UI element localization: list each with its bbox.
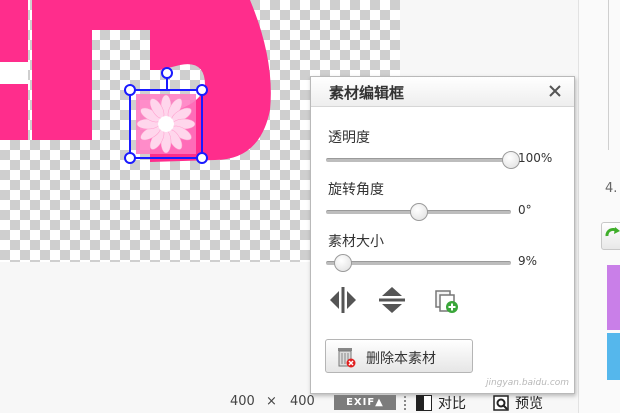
rotate-handle xyxy=(161,67,173,79)
preview-magnifier-icon[interactable] xyxy=(493,395,509,411)
status-divider xyxy=(404,396,406,410)
rotation-slider-thumb[interactable] xyxy=(409,203,428,221)
compare-button[interactable]: 对比 xyxy=(438,393,466,413)
size-slider[interactable] xyxy=(326,254,511,272)
resize-handle xyxy=(124,84,136,96)
size-value: 9% xyxy=(518,254,538,268)
image-width: 400 xyxy=(230,394,255,409)
delete-material-label: 删除本素材 xyxy=(366,351,436,367)
panel-title: 素材编辑框 xyxy=(329,84,405,102)
opacity-label: 透明度 xyxy=(328,130,370,146)
size-label: 素材大小 xyxy=(328,234,384,250)
close-icon[interactable] xyxy=(546,82,564,100)
right-side-strip: 4. xyxy=(578,0,620,413)
compare-icon[interactable] xyxy=(416,395,432,411)
refresh-icon xyxy=(605,227,620,237)
material-edit-panel: 素材编辑框 透明度 100% 旋转角度 0° 素材大小 9% 删除本素材 xyxy=(310,76,575,394)
flower-sticker-icon xyxy=(136,94,196,154)
dimension-separator: × xyxy=(266,394,277,409)
panel-header[interactable]: 素材编辑框 xyxy=(311,77,574,107)
rotation-value: 0° xyxy=(518,203,532,217)
side-number: 4. xyxy=(605,181,618,196)
opacity-value: 100% xyxy=(518,151,553,165)
blue-color-bar[interactable] xyxy=(607,333,620,380)
pink-text-art xyxy=(0,0,271,162)
exif-button[interactable]: EXIF▲ xyxy=(334,395,396,410)
copy-material-icon[interactable] xyxy=(431,285,461,315)
opacity-slider[interactable] xyxy=(326,151,520,169)
preview-button[interactable]: 预览 xyxy=(515,393,543,413)
image-height: 400 xyxy=(290,394,315,409)
delete-material-button[interactable]: 删除本素材 xyxy=(325,339,473,373)
rotation-label: 旋转角度 xyxy=(328,182,384,198)
resize-handle xyxy=(196,84,208,96)
purple-color-bar[interactable] xyxy=(607,265,620,330)
flip-horizontal-icon[interactable] xyxy=(328,285,358,315)
resize-handle xyxy=(196,152,208,164)
trash-icon xyxy=(338,348,356,368)
rotation-slider[interactable] xyxy=(326,203,511,221)
divider xyxy=(608,0,609,150)
watermark-text: jingyan.baidu.com xyxy=(486,378,570,388)
flip-vertical-icon[interactable] xyxy=(377,285,407,315)
side-refresh-button[interactable] xyxy=(601,222,620,250)
size-slider-thumb[interactable] xyxy=(333,254,352,272)
resize-handle xyxy=(124,152,136,164)
